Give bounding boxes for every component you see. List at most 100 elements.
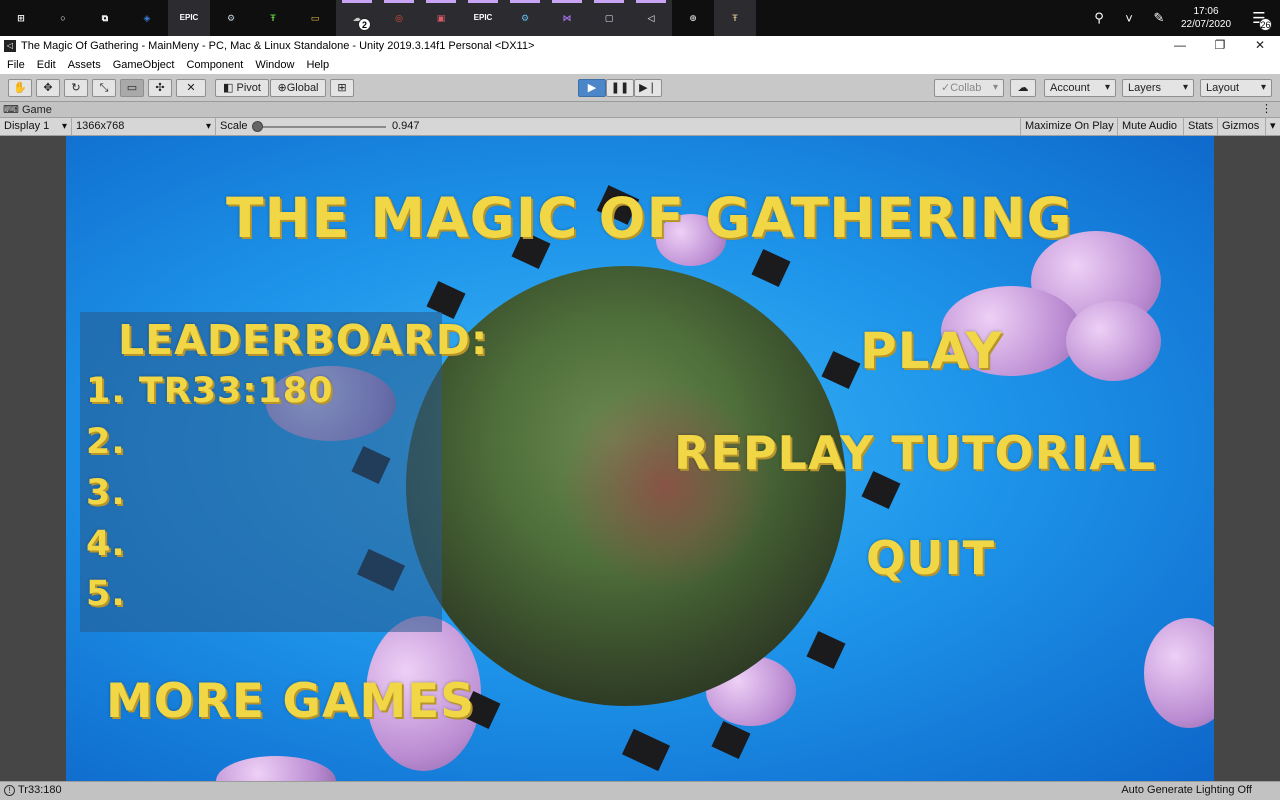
app-circle-icon-glyph: ⊕ — [689, 12, 697, 23]
menu-component[interactable]: Component — [180, 59, 249, 71]
leaderboard-entry-3: 3. — [86, 473, 126, 513]
visual-studio-icon[interactable]: ⋈ — [546, 0, 588, 36]
rotate-tool-icon[interactable]: ↻ — [64, 79, 88, 97]
rect-tool-icon[interactable]: ▭ — [120, 79, 144, 97]
step-button[interactable]: ▶❘ — [634, 79, 662, 97]
gizmos-dropdown-icon[interactable]: ▾ — [1266, 118, 1280, 135]
running-indicator — [468, 0, 498, 3]
mute-audio-toggle[interactable]: Mute Audio — [1118, 118, 1184, 135]
move-tool-icon[interactable]: ✥ — [36, 79, 60, 97]
notification-badge: 26 — [1259, 18, 1272, 31]
display-dropdown[interactable]: Display 1 — [0, 118, 72, 135]
steam-2-icon-glyph: ⚙ — [520, 12, 530, 23]
epic-games-2-icon-glyph: EPIC — [473, 13, 493, 22]
account-dropdown[interactable]: Account — [1044, 79, 1116, 97]
info-icon: ! — [4, 784, 15, 796]
planet-block — [806, 630, 846, 670]
app-tan-icon[interactable]: Ŧ — [714, 0, 756, 36]
maximize-on-play-toggle[interactable]: Maximize On Play — [1020, 118, 1118, 135]
running-indicator — [594, 0, 624, 3]
file-explorer-icon[interactable]: ▭ — [294, 0, 336, 36]
pivot-label: Pivot — [236, 82, 261, 94]
collab-dropdown[interactable]: ✓Collab — [934, 79, 1004, 97]
play-button-game[interactable]: PLAY — [860, 322, 1003, 380]
menu-edit[interactable]: Edit — [31, 59, 62, 71]
menu-file[interactable]: File — [1, 59, 31, 71]
snap-icon[interactable]: ⊞ — [330, 79, 354, 97]
gizmos-toggle[interactable]: Gizmos — [1218, 118, 1266, 135]
app-window-icon[interactable]: ▢ — [588, 0, 630, 36]
windows-taskbar: ⊞ ○ ⧉ ◈ EPIC ⚙ Ŧ ▭ ☁ 2 ◎ ▣ EPIC ⚙ ⋈ ▢ ◁ ⊕ Ŧ ⚲ ˅ ✎ 17:06 22… — [0, 0, 1280, 36]
app-green-icon-glyph: Ŧ — [270, 12, 276, 23]
maximize-button[interactable]: ❐ — [1200, 36, 1240, 56]
window-controls: — ❐ ✕ — [1160, 36, 1280, 56]
cortana-icon[interactable]: ○ — [42, 0, 84, 36]
menu-gameobject[interactable]: GameObject — [107, 59, 181, 71]
layers-label: Layers — [1128, 82, 1162, 94]
scale-slider-track[interactable] — [258, 126, 386, 128]
menu-window[interactable]: Window — [249, 59, 300, 71]
more-games-button[interactable]: MORE GAMES — [106, 674, 475, 729]
unity-icon[interactable]: ◁ — [630, 0, 672, 36]
clock-date: 22/07/2020 — [1180, 19, 1232, 30]
tab-menu-icon[interactable]: ⋮ — [1261, 102, 1272, 115]
layers-dropdown[interactable]: Layers — [1122, 79, 1194, 97]
clock[interactable]: 17:06 22/07/2020 — [1174, 5, 1238, 31]
app-cloud-icon[interactable]: ☁ 2 — [336, 0, 378, 36]
pause-button[interactable]: ❚❚ — [606, 79, 634, 97]
running-indicator — [384, 0, 414, 3]
planet-terrain-patch — [556, 386, 776, 586]
menu-assets[interactable]: Assets — [62, 59, 107, 71]
menu-help[interactable]: Help — [300, 59, 335, 71]
planet-block — [621, 728, 671, 772]
replay-tutorial-button[interactable]: REPLAY TUTORIAL — [674, 426, 1156, 480]
unity-hub-icon[interactable]: ◈ — [126, 0, 168, 36]
pen-icon[interactable]: ✎ — [1144, 10, 1174, 26]
running-indicator — [426, 0, 456, 3]
steam-2-icon[interactable]: ⚙ — [504, 0, 546, 36]
transform-tool-icon[interactable]: ✣ — [148, 79, 172, 97]
epic-games-icon-glyph: EPIC — [179, 13, 199, 22]
play-button[interactable]: ▶ — [578, 79, 606, 97]
scale-tool-icon[interactable]: ⤡ — [92, 79, 116, 97]
chevron-up-icon[interactable]: ˅ — [1114, 11, 1144, 26]
clock-time: 17:06 — [1193, 6, 1219, 17]
start-icon[interactable]: ⊞ — [0, 0, 42, 36]
global-button[interactable]: ⊕Global — [270, 79, 326, 97]
chrome-icon[interactable]: ◎ — [378, 0, 420, 36]
hand-tool-icon[interactable]: ✋ — [8, 79, 32, 97]
planet-block — [751, 248, 791, 288]
stats-toggle[interactable]: Stats — [1184, 118, 1218, 135]
game-tab-icon: ⌨ — [3, 104, 19, 116]
game-tab[interactable]: ⌨ Game — [3, 103, 52, 116]
game-view-toolbar: Display 1 1366x768 Scale 0.947 Maximize … — [0, 118, 1280, 136]
cloud-icon[interactable]: ☁ — [1010, 79, 1036, 97]
epic-games-2-icon[interactable]: EPIC — [462, 0, 504, 36]
file-explorer-icon-glyph: ▭ — [310, 12, 320, 23]
taskbar-badge: 2 — [358, 18, 371, 31]
resolution-dropdown[interactable]: 1366x768 — [72, 118, 216, 135]
app-circle-icon[interactable]: ⊕ — [672, 0, 714, 36]
app-red-icon[interactable]: ▣ — [420, 0, 462, 36]
close-button[interactable]: ✕ — [1240, 36, 1280, 56]
taskbar-icons: ⊞ ○ ⧉ ◈ EPIC ⚙ Ŧ ▭ ☁ 2 ◎ ▣ EPIC ⚙ ⋈ ▢ ◁ ⊕ Ŧ — [0, 0, 756, 36]
display-label: Display 1 — [4, 120, 50, 132]
task-view-icon[interactable]: ⧉ — [84, 0, 126, 36]
epic-games-icon[interactable]: EPIC — [168, 0, 210, 36]
quit-button[interactable]: QUIT — [866, 531, 995, 585]
globe-icon: ⊕ — [277, 82, 287, 94]
app-green-icon[interactable]: Ŧ — [252, 0, 294, 36]
account-label: Account — [1050, 82, 1090, 94]
pivot-button[interactable]: ◧ Pivot — [215, 79, 269, 97]
custom-tool-icon[interactable]: ✕ — [176, 79, 206, 97]
cortana-icon-glyph: ○ — [60, 12, 66, 23]
people-icon[interactable]: ⚲ — [1084, 10, 1114, 26]
collab-label: Collab — [950, 82, 982, 94]
minimize-button[interactable]: — — [1160, 36, 1200, 56]
layout-dropdown[interactable]: Layout — [1200, 79, 1272, 97]
console-message[interactable]: Tr33:180 — [18, 784, 62, 796]
notification-center-icon[interactable]: ☰ 26 — [1238, 9, 1280, 31]
scale-slider-handle[interactable] — [252, 121, 263, 132]
lighting-status: Auto Generate Lighting Off — [1121, 784, 1252, 796]
steam-icon[interactable]: ⚙ — [210, 0, 252, 36]
